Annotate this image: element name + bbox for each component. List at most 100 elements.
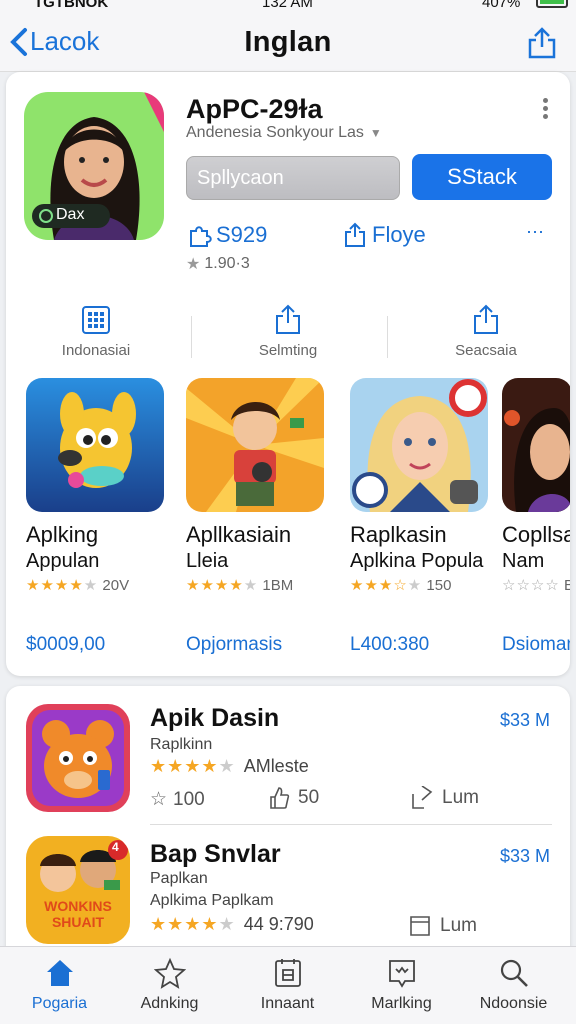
clock: 132 AM	[262, 0, 313, 11]
chevron-down-icon: ▼	[369, 126, 382, 140]
app-subtitle-text: Andenesia Sonkyour Las	[186, 124, 364, 141]
app-name: Bap Snvlar	[150, 840, 281, 868]
grid-icon	[82, 306, 110, 334]
app-thumbnail	[26, 378, 164, 512]
divider	[387, 316, 388, 358]
stat-lum: Lum	[410, 786, 479, 810]
action-label: Seacsaia	[455, 342, 517, 359]
rating-count: 150	[426, 577, 452, 594]
status-bar: TGTBNOK 132 AM 407%	[0, 0, 576, 14]
featured-app-4[interactable]: Copllsa Nam ☆☆☆☆ B Dsioman	[502, 378, 570, 668]
app-price: Dsioman	[502, 634, 570, 655]
stat-value: 100	[173, 788, 205, 810]
app-list-card: Apik Dasin $33 M Raplkinn ★★★★★ AMleste ☆…	[6, 686, 570, 986]
app-subtitle: Nam	[502, 550, 545, 572]
app-name: Apik Dasin	[150, 704, 280, 732]
stat-value: Lum	[440, 915, 477, 936]
tab-innaant[interactable]: Innaant	[230, 957, 345, 1013]
app-thumbnail	[502, 378, 570, 512]
tab-label: Marlking	[371, 995, 432, 1012]
rating-count: 1BM	[262, 577, 294, 594]
app-rating: ★★★★★ 20V	[26, 576, 129, 594]
list-item[interactable]: Apik Dasin $33 M Raplkinn ★★★★★ AMleste ☆…	[6, 686, 570, 822]
document-icon	[410, 916, 430, 936]
star-rating: ★★★★★	[186, 577, 259, 594]
star-rating: ★★★★★	[150, 914, 236, 934]
follow-label: Floye	[372, 222, 426, 247]
rating-text: 44 9:790	[243, 914, 314, 934]
stat-value: Lum	[442, 787, 479, 808]
tab-label: Adnking	[140, 995, 199, 1012]
divider	[150, 824, 552, 825]
tab-label: Pogaria	[31, 995, 88, 1012]
badge-icon	[388, 960, 415, 988]
search-icon	[500, 959, 528, 987]
app-icon-badge: Dax	[56, 206, 85, 223]
featured-app-1[interactable]: Aplking Appulan ★★★★★ 20V $0009,00	[26, 378, 176, 655]
app-rating: ★★★☆★ 150	[350, 576, 451, 594]
star-rating: ★★★★★	[150, 756, 236, 776]
app-subtitle: Lleia	[186, 550, 229, 572]
stat-likes: 50	[268, 786, 319, 810]
more-link[interactable]: ⋯	[526, 222, 544, 243]
rating-text: AMleste	[243, 756, 309, 776]
page-title: Inglan	[244, 26, 332, 58]
share-icon[interactable]	[526, 26, 558, 60]
share-arrow-icon	[412, 786, 433, 809]
home-icon	[46, 960, 73, 986]
rating-value: 1.90·3	[204, 255, 250, 272]
star-icon: ★	[186, 256, 201, 273]
price-link[interactable]: S929	[186, 222, 267, 248]
featured-app-2[interactable]: Apllkasiain Lleia ★★★★★ 1BM Opjormasis	[186, 378, 336, 655]
app-title: ApPC-29ɫa	[186, 94, 323, 124]
action-indonasiai[interactable]: Indonasiai	[6, 304, 186, 370]
share-icon	[276, 304, 300, 334]
app-title: Raplkasin	[350, 522, 447, 547]
carrier-label: TGTBNOK	[34, 0, 109, 11]
calendar-icon	[274, 959, 301, 987]
price-label: S929	[216, 222, 268, 247]
tab-pogaria[interactable]: Pogaria	[2, 957, 117, 1013]
get-button[interactable]: SStack	[412, 154, 552, 200]
share-icon	[474, 304, 498, 334]
rating-count: 20V	[102, 577, 130, 594]
tab-label: Ndoonsie	[479, 995, 548, 1012]
battery-icon	[536, 0, 568, 8]
divider	[191, 316, 192, 358]
stat-favorites: ☆ 100	[150, 788, 205, 811]
app-thumbnail	[350, 378, 488, 512]
battery-percent: 407%	[482, 0, 521, 11]
app-icon[interactable]: Dax	[24, 92, 164, 240]
app-subtitle: Aplkina Popula	[350, 550, 484, 572]
app-search-field[interactable]	[186, 156, 400, 200]
action-seacsaia[interactable]: Seacsaia	[396, 304, 576, 370]
star-outline-icon: ☆	[150, 789, 168, 810]
app-title: Copllsa	[502, 522, 570, 547]
tab-ndoonsie[interactable]: Ndoonsie	[456, 957, 571, 1013]
star-rating: ★★★☆★	[350, 577, 423, 594]
navigation-bar: Lacok Inglan	[0, 14, 576, 72]
rating-count: B	[563, 577, 570, 594]
tab-adnking[interactable]: Adnking	[112, 957, 227, 1013]
app-description: Aplkima Paplkam	[150, 892, 274, 909]
app-icon: WONKINS SHUAIT 4	[26, 836, 130, 944]
thumbs-up-icon	[270, 787, 290, 809]
app-title: Aplking	[26, 522, 99, 547]
app-price: $33 M	[499, 846, 550, 866]
more-options-button[interactable]	[538, 98, 552, 122]
app-category: Paplkan	[150, 870, 208, 887]
app-rating: ★★★★★ 44 9:790	[150, 914, 314, 935]
app-rating: ★ 1.90·3	[186, 254, 250, 274]
featured-app-3[interactable]: Raplkasin Aplkina Popula ★★★☆★ 150 L400:…	[350, 378, 500, 655]
star-rating: ★★★★★	[26, 577, 99, 594]
action-selmting[interactable]: Selmting	[198, 304, 378, 370]
app-subtitle[interactable]: Andenesia Sonkyour Las ▼	[186, 124, 382, 142]
app-price: $33 M	[499, 710, 550, 730]
star-rating: ☆☆☆☆	[502, 577, 560, 594]
app-category: Raplkinn	[150, 736, 213, 753]
tab-marlking[interactable]: Marlking	[344, 957, 459, 1013]
follow-button[interactable]: Floye	[342, 222, 426, 248]
app-icon-badge: 4	[112, 840, 119, 854]
share-icon	[345, 222, 365, 247]
app-subtitle: Appulan	[26, 550, 100, 572]
